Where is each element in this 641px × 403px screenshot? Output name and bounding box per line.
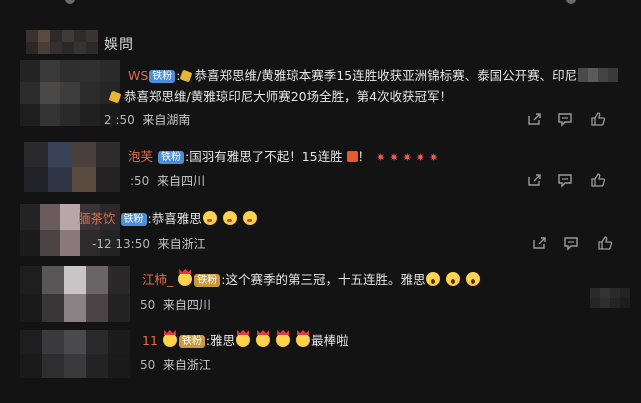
- firework-icon: ✷: [429, 151, 439, 164]
- comment-text-line: 11 铁粉:雅思 最棒啦: [142, 333, 349, 348]
- firework-icon: ✷: [376, 151, 386, 164]
- crown-emoji-icon: [256, 333, 271, 347]
- crown-emoji-icon: [178, 272, 193, 286]
- comment-text-line: 泡芙 铁粉:国羽有雅思了不起！15连胜 ！ ✷ ✷ ✷ ✷ ✷: [128, 149, 439, 164]
- action-mosaic: [590, 288, 630, 308]
- firework-icon: ✷: [389, 151, 399, 164]
- like-icon[interactable]: [590, 111, 606, 127]
- comment-text: 国羽有雅思了不起！15连胜: [189, 149, 343, 164]
- comment-panel: 娛問 WS 铁粉: 恭喜郑思维/黄雅琼本赛季15连胜收获亚洲锦标赛、泰国公开赛、印…: [0, 0, 641, 403]
- comment-location: 来自浙江: [162, 358, 211, 372]
- text-mosaic: [578, 68, 618, 82]
- scream-emoji-icon: [466, 272, 481, 286]
- share-icon[interactable]: [526, 172, 542, 188]
- user-name[interactable]: 腼茶饮: [78, 211, 116, 226]
- comment-location: 来自四川: [162, 298, 211, 312]
- share-icon[interactable]: [531, 235, 547, 251]
- user-name[interactable]: 11: [142, 333, 158, 348]
- red-emoji-icon: [346, 151, 358, 162]
- fan-badge: 铁粉: [149, 70, 176, 83]
- comment-text: 恭喜郑思维/黄雅琼本赛季15连胜收获亚洲锦标赛、泰国公开赛、印尼大师: [194, 68, 603, 83]
- user-name[interactable]: WS: [128, 68, 148, 83]
- comment-item: 腼茶饮 铁粉:恭喜雅思 -12 13:50 来自浙江: [0, 204, 641, 256]
- comment-icon[interactable]: [557, 172, 573, 188]
- crown-emoji-icon: [162, 333, 177, 347]
- fan-badge: 铁粉: [194, 274, 221, 287]
- user-name[interactable]: 泡芙: [128, 149, 153, 164]
- kiss-emoji-icon: [242, 211, 257, 225]
- comment-item: 江柿_ 铁粉:这个赛季的第三冠，十五连胜。雅思 50 来自四川: [0, 266, 641, 322]
- comment-meta: 2 :50 来自湖南: [104, 111, 190, 128]
- comment-meta: -12 13:50 来自浙江: [92, 235, 206, 252]
- comment-time: 2 :50: [104, 113, 135, 127]
- comment-location: 来自四川: [156, 174, 205, 188]
- comment-location: 来自湖南: [142, 113, 191, 127]
- comment-icon[interactable]: [557, 111, 573, 127]
- comment-text-tail: 最棒啦: [311, 333, 349, 348]
- comment-time: 50: [140, 358, 156, 372]
- scream-emoji-icon: [426, 272, 441, 286]
- fan-badge: 铁粉: [158, 151, 184, 164]
- comment-item: WS 铁粉: 恭喜郑思维/黄雅琼本赛季15连胜收获亚洲锦标赛、泰国公开赛、印尼大师…: [0, 58, 641, 138]
- comment-location: 来自浙江: [157, 237, 206, 251]
- like-icon[interactable]: [597, 235, 613, 251]
- header-mosaic: [26, 30, 98, 54]
- comment-time: :50: [130, 174, 150, 188]
- firework-icon: ✷: [402, 151, 412, 164]
- comment-text-line-2: 恭喜郑思维/黄雅琼印尼大师赛20场全胜，第4次收获冠军！: [108, 88, 453, 106]
- comment-text-tail: ！: [357, 149, 371, 164]
- comment-text-line: 江柿_ 铁粉:这个赛季的第三冠，十五连胜。雅思: [142, 271, 481, 289]
- comment-text: 这个赛季的第三冠，十五连胜。雅思: [225, 272, 426, 287]
- scream-emoji-icon: [446, 272, 461, 286]
- comment-text: 雅思: [210, 333, 236, 348]
- kiss-emoji-icon: [222, 211, 237, 225]
- avatar[interactable]: [20, 266, 130, 322]
- comment-text: 恭喜雅思: [151, 211, 202, 226]
- like-icon[interactable]: [590, 172, 606, 188]
- pin-emoji-icon: [179, 69, 192, 83]
- avatar[interactable]: [24, 142, 120, 192]
- comment-meta: :50 来自四川: [130, 172, 205, 189]
- top-dot-left-icon: [65, 0, 75, 4]
- comment-meta: 50 来自浙江: [140, 356, 211, 373]
- comment-item: 泡芙 铁粉:国羽有雅思了不起！15连胜 ！ ✷ ✷ ✷ ✷ ✷ :50 来自四川: [0, 142, 641, 194]
- comment-time: 50: [140, 298, 156, 312]
- crown-emoji-icon: [236, 333, 251, 347]
- crown-emoji-icon: [296, 333, 311, 347]
- comment-icon[interactable]: [563, 235, 579, 251]
- fan-badge: 铁粉: [120, 213, 147, 226]
- comment-text-line: 腼茶饮 铁粉:恭喜雅思: [78, 210, 258, 228]
- kiss-emoji-icon: [202, 211, 217, 225]
- pin-emoji-icon: [108, 90, 122, 104]
- section-title: 娛問: [104, 37, 134, 53]
- fan-badge: 铁粉: [178, 335, 205, 348]
- comment-text-line-1: WS 铁粉: 恭喜郑思维/黄雅琼本赛季15连胜收获亚洲锦标赛、泰国公开赛、印尼大师: [128, 68, 603, 83]
- firework-icon: ✷: [415, 151, 425, 164]
- comment-text-continued: 恭喜郑思维/黄雅琼印尼大师赛20场全胜，第4次收获冠军！: [123, 89, 453, 104]
- comment-item: 11 铁粉:雅思 最棒啦 50 来自浙江: [0, 330, 641, 390]
- share-icon[interactable]: [526, 111, 542, 127]
- avatar[interactable]: [20, 330, 130, 378]
- comment-time: -12 13:50: [92, 237, 150, 251]
- comment-meta: 50 来自四川: [140, 296, 211, 313]
- crown-emoji-icon: [276, 333, 291, 347]
- user-name[interactable]: 江柿_: [142, 272, 173, 287]
- top-dot-right-icon: [566, 0, 576, 4]
